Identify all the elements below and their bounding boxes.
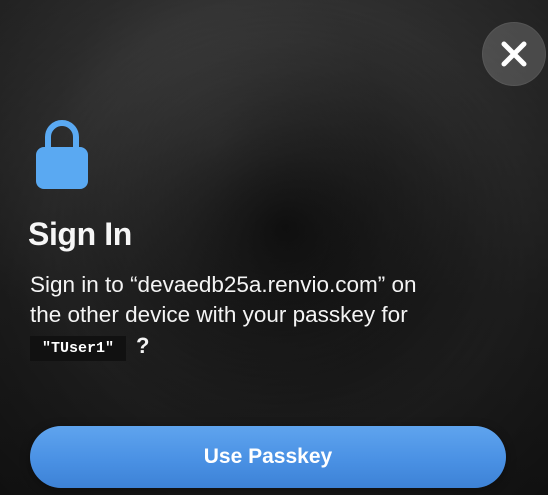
passkey-sign-in-screen: Sign In Sign in to “devaedb25a.renvio.co… — [0, 0, 548, 495]
message-line-2: the other device with your passkey for — [30, 302, 408, 327]
lock-icon — [36, 120, 88, 189]
dialog-title: Sign In — [28, 216, 132, 252]
use-passkey-button[interactable]: Use Passkey — [30, 426, 506, 488]
username-chip: "TUser1" — [30, 335, 127, 361]
question-mark: ? — [136, 333, 150, 359]
message-line-3: "TUser1"? — [30, 330, 530, 361]
close-icon — [501, 41, 527, 67]
dialog-message: Sign in to “devaedb25a.renvio.com” on th… — [30, 270, 530, 361]
message-line-1: Sign in to “devaedb25a.renvio.com” on — [30, 272, 417, 297]
close-button[interactable] — [482, 22, 546, 86]
